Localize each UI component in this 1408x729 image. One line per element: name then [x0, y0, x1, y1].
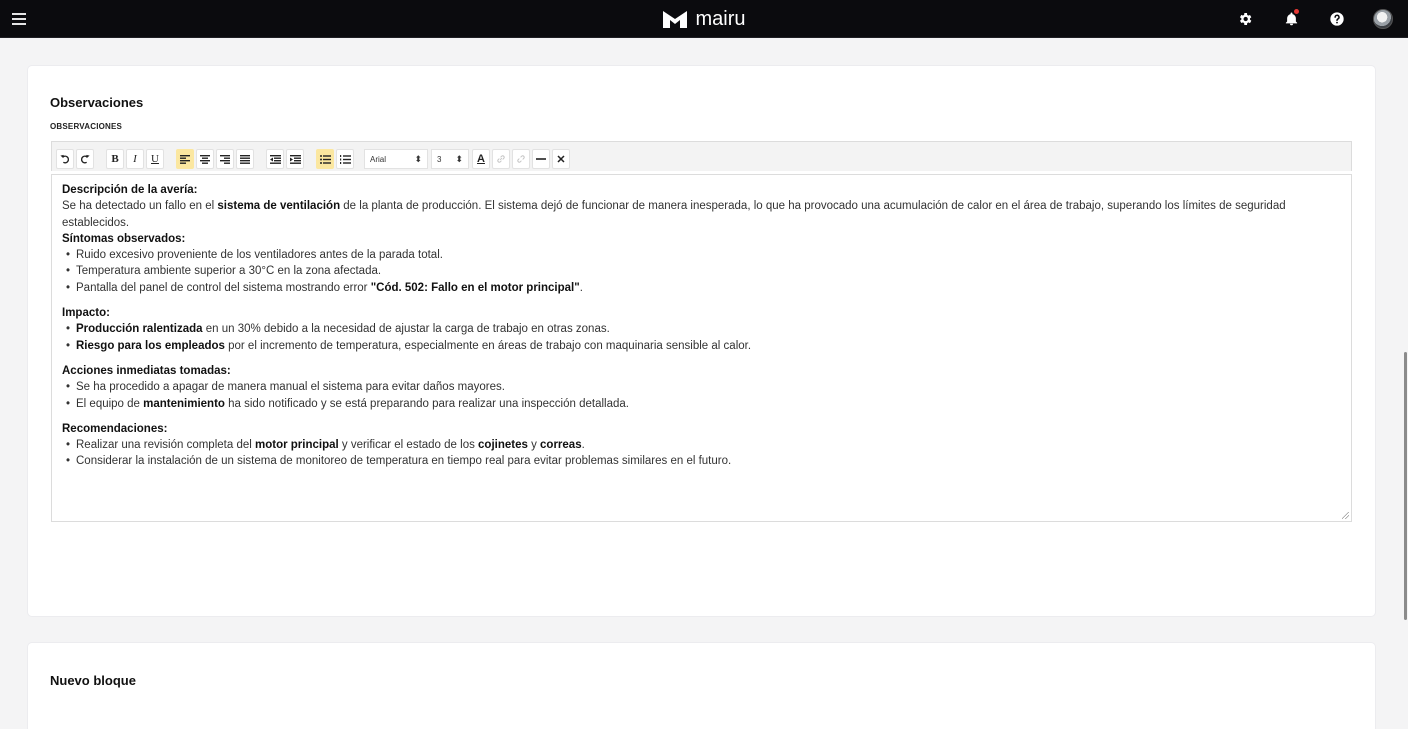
impacto-heading: Impacto: — [62, 307, 110, 320]
editor-toolbar: B I U Arial ⬍ 3 ⬍ A ✕ — [51, 141, 1352, 171]
field-label: OBSERVACIONES — [50, 122, 123, 131]
clear-format-icon[interactable]: ✕ — [552, 149, 570, 169]
select-arrows-icon: ⬍ — [414, 153, 422, 164]
sintomas-list: Ruido excesivo proveniente de los ventil… — [62, 247, 1341, 296]
page-scrollbar[interactable] — [1404, 352, 1407, 620]
outdent-icon[interactable] — [266, 149, 284, 169]
list-item: Se ha procedido a apagar de manera manua… — [66, 379, 1341, 396]
unlink-icon[interactable] — [512, 149, 530, 169]
text-color-icon[interactable]: A — [472, 149, 490, 169]
list-item: Producción ralentizada en un 30% debido … — [66, 321, 1341, 338]
nuevo-bloque-card: Nuevo bloque — [28, 643, 1375, 729]
list-item: El equipo de mantenimiento ha sido notif… — [66, 396, 1341, 413]
select-arrows-icon: ⬍ — [455, 153, 463, 164]
acciones-list: Se ha procedido a apagar de manera manua… — [62, 379, 1341, 412]
header-actions — [1234, 8, 1394, 30]
redo-icon[interactable] — [76, 149, 94, 169]
horizontal-rule-icon[interactable] — [532, 149, 550, 169]
acciones-heading: Acciones inmediatas tomadas: — [62, 364, 231, 377]
section-title: Nuevo bloque — [50, 673, 136, 688]
numbered-list-icon[interactable] — [336, 149, 354, 169]
observaciones-card: Observaciones OBSERVACIONES B I U Arial … — [28, 66, 1375, 616]
list-item: Ruido excesivo proveniente de los ventil… — [66, 247, 1341, 264]
mairu-logo-icon — [663, 11, 688, 28]
font-family-select[interactable]: Arial ⬍ — [364, 149, 428, 169]
top-bar: mairu — [0, 0, 1408, 38]
undo-icon[interactable] — [56, 149, 74, 169]
list-item: Pantalla del panel de control del sistem… — [66, 280, 1341, 297]
align-justify-icon[interactable] — [236, 149, 254, 169]
bullet-list-icon[interactable] — [316, 149, 334, 169]
italic-button[interactable]: I — [126, 149, 144, 169]
font-family-value: Arial — [370, 154, 387, 164]
align-right-icon[interactable] — [216, 149, 234, 169]
bell-icon[interactable] — [1280, 8, 1302, 30]
observaciones-editor[interactable]: Descripción de la avería: Se ha detectad… — [51, 174, 1352, 522]
align-center-icon[interactable] — [196, 149, 214, 169]
list-item: Considerar la instalación de un sistema … — [66, 453, 1341, 470]
recomendaciones-list: Realizar una revisión completa del motor… — [62, 437, 1341, 470]
underline-button[interactable]: U — [146, 149, 164, 169]
desc-paragraph: Se ha detectado un fallo en el sistema d… — [62, 200, 1286, 229]
font-size-select[interactable]: 3 ⬍ — [431, 149, 469, 169]
resize-handle[interactable] — [1342, 512, 1349, 519]
indent-icon[interactable] — [286, 149, 304, 169]
font-size-value: 3 — [437, 154, 442, 164]
brand[interactable]: mairu — [0, 6, 1408, 32]
help-icon[interactable] — [1326, 8, 1348, 30]
list-item: Realizar una revisión completa del motor… — [66, 437, 1341, 454]
align-left-icon[interactable] — [176, 149, 194, 169]
section-title: Observaciones — [50, 95, 144, 110]
recomendaciones-heading: Recomendaciones: — [62, 422, 168, 435]
sintomas-heading: Síntomas observados: — [62, 232, 186, 245]
gear-icon[interactable] — [1234, 8, 1256, 30]
notification-dot — [1294, 9, 1299, 14]
link-icon[interactable] — [492, 149, 510, 169]
avatar[interactable] — [1372, 8, 1394, 30]
bold-button[interactable]: B — [106, 149, 124, 169]
brand-name: mairu — [695, 8, 746, 30]
list-item: Temperatura ambiente superior a 30°C en … — [66, 263, 1341, 280]
desc-heading: Descripción de la avería: — [62, 184, 198, 196]
list-item: Riesgo para los empleados por el increme… — [66, 338, 1341, 355]
impacto-list: Producción ralentizada en un 30% debido … — [62, 321, 1341, 354]
